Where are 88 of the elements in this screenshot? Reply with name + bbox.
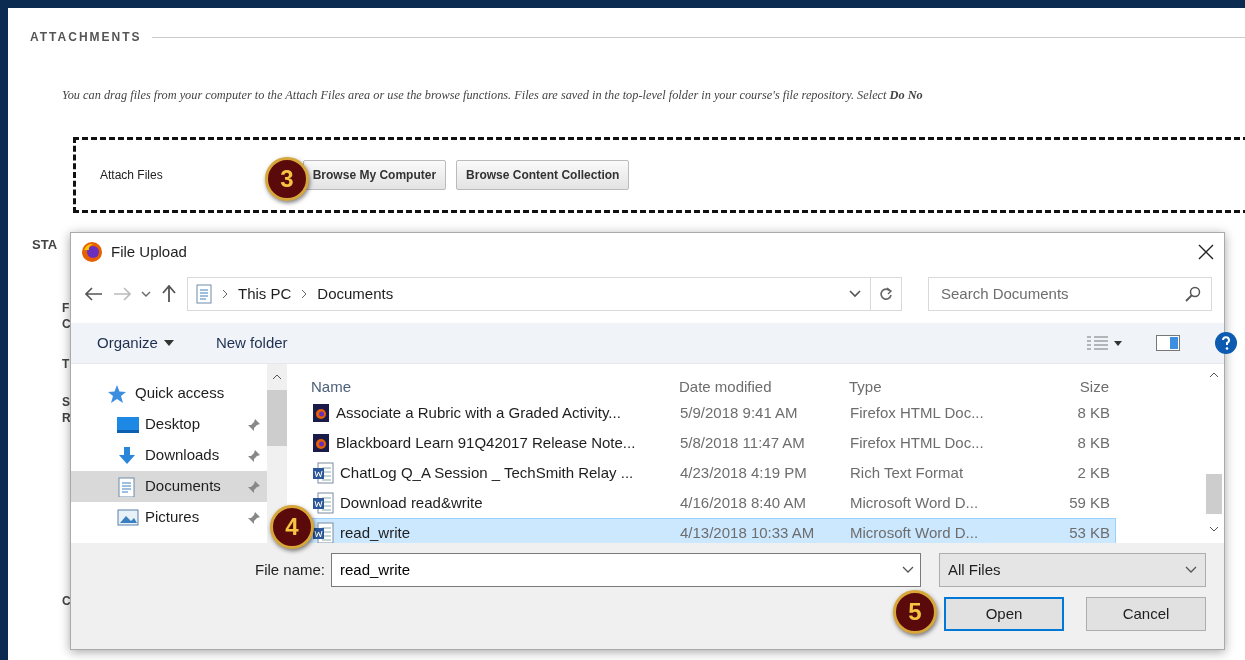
refresh-icon[interactable] [879, 286, 893, 302]
file-name-label: File name: [254, 559, 325, 580]
close-icon[interactable] [1198, 244, 1214, 260]
instructions-text: You can drag files from your computer to the Attach Files area or use the browse functions. Files are saved in the top-level folder in your course's file repository. Select Do No [62, 87, 924, 104]
file-name[interactable]: Blackboard Learn 91Q42017 Release Note... [336, 431, 636, 455]
column-header[interactable]: Date modified [679, 375, 849, 398]
dialog-title: File Upload [111, 241, 187, 262]
chevron-down-icon [1185, 566, 1197, 574]
file-name[interactable]: Associate a Rubric with a Graded Activity... [336, 401, 621, 425]
file-name[interactable]: ChatLog Q_A Session _ TechSmith Relay ... [340, 461, 634, 485]
nav-item[interactable]: Documents [71, 471, 267, 502]
picture-icon [117, 507, 139, 528]
file-name-field[interactable]: read_write [338, 557, 902, 583]
heading-fragment: T [62, 356, 70, 373]
file-row[interactable]: read_write 4/13/2018 10:33 AM Microsoft Word D... 53 KB [305, 518, 1116, 543]
browse-button[interactable]: Browse My Computer [302, 160, 447, 191]
word-file-icon [312, 492, 334, 514]
breadcrumb-item[interactable]: Documents [317, 282, 394, 306]
preview-pane-icon[interactable] [1156, 335, 1180, 351]
up-arrow-icon[interactable] [161, 285, 177, 303]
file-size: 2 KB [1076, 462, 1110, 483]
file-row[interactable]: Blackboard Learn 91Q42017 Release Note... 5/8/2018 11:47 AM Firefox HTML Doc... 8 KB [305, 428, 1116, 458]
column-header[interactable]: Type [849, 375, 1019, 398]
file-type: Firefox HTML Doc... [850, 402, 985, 423]
file-date: 4/16/2018 8:40 AM [680, 492, 807, 513]
file-type-dropdown[interactable]: All Files [939, 553, 1206, 587]
word-file-icon [312, 462, 334, 484]
firefox-icon [81, 241, 103, 263]
search-icon [1185, 286, 1201, 302]
section-heading: ATTACHMENTS [30, 29, 142, 46]
nav-item[interactable]: Quick access [71, 378, 267, 409]
column-header[interactable]: Size [1019, 375, 1109, 398]
file-type: Microsoft Word D... [850, 522, 980, 543]
step-number-badge: 3 [265, 157, 309, 201]
file-name[interactable]: read_write [340, 521, 411, 543]
file-name-combobox[interactable]: read_write [331, 553, 921, 587]
chevron-down-icon[interactable] [848, 289, 862, 299]
cancel-button[interactable]: Cancel [1086, 597, 1206, 631]
firefox-file-icon [312, 403, 330, 423]
nav-item[interactable]: Downloads [71, 440, 267, 471]
file-type: Microsoft Word D... [850, 492, 980, 513]
heading-fragment: C [62, 593, 71, 610]
help-icon[interactable] [1214, 331, 1238, 355]
open-button[interactable]: Open [944, 597, 1064, 631]
file-name[interactable]: Download read&write [340, 491, 483, 515]
firefox-file-icon [312, 433, 330, 453]
file-date: 4/13/2018 10:33 AM [680, 522, 816, 543]
nav-item[interactable]: Desktop [71, 409, 267, 440]
nav-item[interactable]: Pictures [71, 502, 267, 533]
file-size: 59 KB [1068, 492, 1110, 513]
document-icon [196, 284, 212, 304]
address-bar[interactable]: This PC Documents [187, 277, 902, 311]
heading-fragment: S [62, 394, 70, 411]
column-header[interactable]: Name [311, 375, 679, 398]
scroll-up-icon[interactable] [1209, 372, 1219, 378]
file-size: 53 KB [1068, 522, 1110, 543]
file-size: 8 KB [1076, 432, 1110, 453]
chevron-down-icon[interactable] [141, 290, 151, 298]
view-options-icon[interactable] [1086, 335, 1122, 351]
file-type: Firefox HTML Doc... [850, 432, 985, 453]
heading-fragment: R [62, 410, 71, 427]
file-date: 5/9/2018 9:41 AM [680, 402, 799, 423]
file-type: Rich Text Format [850, 462, 965, 483]
desktop-icon [117, 414, 139, 435]
breadcrumb-item[interactable]: This PC [238, 282, 292, 306]
search-box[interactable]: Search Documents [928, 277, 1212, 311]
new-folder-button[interactable]: New folder [215, 331, 288, 355]
scrollbar-thumb[interactable] [267, 390, 287, 446]
heading-fragment: C [62, 316, 71, 333]
file-row[interactable]: ChatLog Q_A Session _ TechSmith Relay ... 4/23/2018 4:19 PM Rich Text Format 2 KB [305, 458, 1116, 488]
scrollbar-thumb[interactable] [1206, 474, 1222, 514]
browse-button[interactable]: Browse Content Collection [456, 160, 630, 191]
back-arrow-icon[interactable] [85, 287, 103, 301]
chevron-right-icon [222, 289, 228, 299]
organize-menu[interactable]: Organize [97, 331, 174, 355]
caret-icon [163, 340, 174, 346]
file-date: 4/23/2018 4:19 PM [680, 462, 808, 483]
attach-files-label: Attach Files [100, 167, 163, 185]
chevron-right-icon [301, 289, 308, 299]
file-date: 5/8/2018 11:47 AM [680, 432, 806, 453]
file-size: 8 KB [1076, 402, 1110, 423]
word-file-icon [312, 522, 334, 543]
heading-fragment: STA [32, 237, 58, 254]
heading-fragment: F [62, 300, 70, 317]
chevron-down-icon [902, 566, 914, 574]
scroll-up-icon[interactable] [272, 374, 282, 380]
scroll-down-icon[interactable] [1209, 526, 1219, 532]
file-row[interactable]: Associate a Rubric with a Graded Activity... 5/9/2018 9:41 AM Firefox HTML Doc... 8 KB [305, 398, 1116, 428]
